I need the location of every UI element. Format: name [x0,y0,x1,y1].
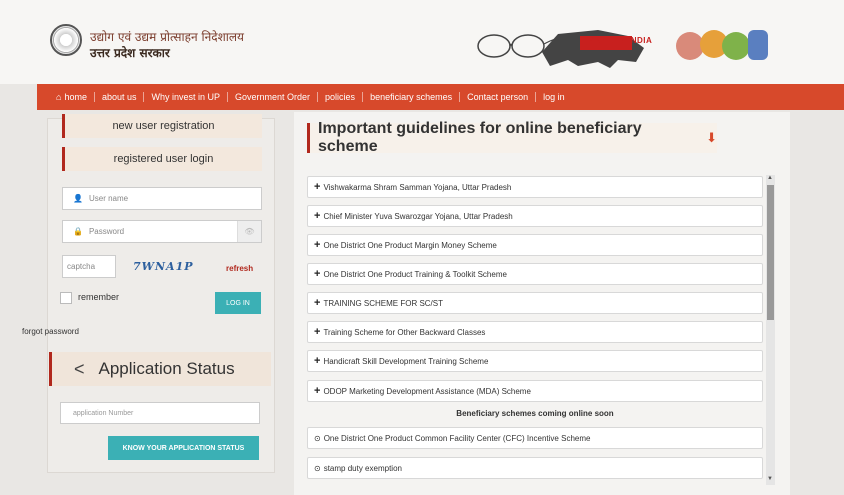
plus-icon: + [314,181,321,193]
scrollbar-thumb[interactable] [767,185,774,320]
odop-logo [676,30,768,60]
captcha-refresh-link[interactable]: refresh [226,264,253,273]
remember-checkbox[interactable] [60,292,72,304]
scheme-item[interactable]: + Chief Minister Yuva Swarozgar Yojana, U… [307,205,763,227]
plus-icon: + [314,210,321,222]
guidelines-header: Important guidelines for online benefici… [307,120,717,155]
upcoming-scheme-item[interactable]: ⊙ One District One Product Common Facilit… [307,427,763,449]
new-user-registration-button[interactable]: new user registration [62,114,262,138]
password-field[interactable]: 🔒 Password 👁 [62,220,262,243]
scheme-item[interactable]: + ODOP Marketing Development Assistance (… [307,380,763,402]
plus-icon: + [314,268,321,280]
captcha-image: 7WNA1P [133,260,194,273]
username-field[interactable]: 👤 User name [62,187,262,210]
home-icon: ⌂ [56,92,62,102]
eye-icon[interactable]: 👁 [237,221,261,242]
scheme-item[interactable]: + Vishwakarma Shram Samman Yojana, Uttar … [307,176,763,198]
application-number-input[interactable]: application Number [60,402,260,424]
scheme-item[interactable]: + One District One Product Margin Money S… [307,234,763,256]
registered-user-login-button[interactable]: registered user login [62,147,262,171]
application-status-title: Application Status [98,359,235,378]
forgot-password-link[interactable]: forgot password [22,327,79,336]
plus-icon: + [314,355,321,367]
scheme-item[interactable]: + Training Scheme for Other Backward Clas… [307,321,763,343]
scheme-item[interactable]: + Handicraft Skill Development Training S… [307,350,763,372]
main-nav: ⌂ home about us Why invest in UP Governm… [37,84,844,110]
nav-about-us[interactable]: about us [95,92,145,102]
scroll-up-arrow-icon[interactable]: ▲ [767,175,773,181]
plus-icon: + [314,326,321,338]
nav-government-order[interactable]: Government Order [228,92,319,102]
org-name-line2: उत्तर प्रदेश सरकार [90,46,170,60]
org-name-line1: उद्योग एवं उद्यम प्रोत्साहन निदेशालय [90,30,245,44]
site-header: उद्योग एवं उद्यम प्रोत्साहन निदेशालय उत्… [0,0,844,84]
download-icon[interactable]: ⬇ [706,130,717,146]
up-government-emblem-icon [50,24,82,56]
login-button[interactable]: LOG IN [215,292,261,314]
nav-policies[interactable]: policies [318,92,364,102]
scheme-item[interactable]: + One District One Product Training & Too… [307,263,763,285]
scroll-down-arrow-icon[interactable]: ▼ [767,476,773,482]
nav-log-in[interactable]: log in [536,92,572,102]
nav-contact-person[interactable]: Contact person [460,92,537,102]
remember-label: remember [78,292,120,302]
circle-dot-icon: ⊙ [314,463,321,473]
know-application-status-button[interactable]: KNOW YOUR APPLICATION STATUS [108,436,259,460]
application-status-header: < Application Status [49,352,271,386]
plus-icon: + [314,297,321,309]
page-title: Important guidelines for online benefici… [318,120,642,155]
plus-icon: + [314,385,321,397]
upcoming-scheme-item[interactable]: ⊙ stamp duty exemption [307,457,763,479]
lock-icon: 🔒 [73,227,83,236]
captcha-input[interactable]: captcha [62,255,116,278]
circle-dot-icon: ⊙ [314,433,321,443]
make-in-india-lion-logo [542,30,644,68]
make-in-india-text: MAKE IN INDIA [588,36,653,45]
coming-soon-heading: Beneficiary schemes coming online soon [456,409,614,418]
share-icon: < [74,358,85,379]
nav-home[interactable]: ⌂ home [49,92,95,102]
scheme-item[interactable]: + TRAINING SCHEME FOR SC/ST [307,292,763,314]
user-icon: 👤 [73,194,83,203]
plus-icon: + [314,239,321,251]
nav-beneficiary-schemes[interactable]: beneficiary schemes [363,92,461,102]
nav-why-invest[interactable]: Why invest in UP [144,92,229,102]
